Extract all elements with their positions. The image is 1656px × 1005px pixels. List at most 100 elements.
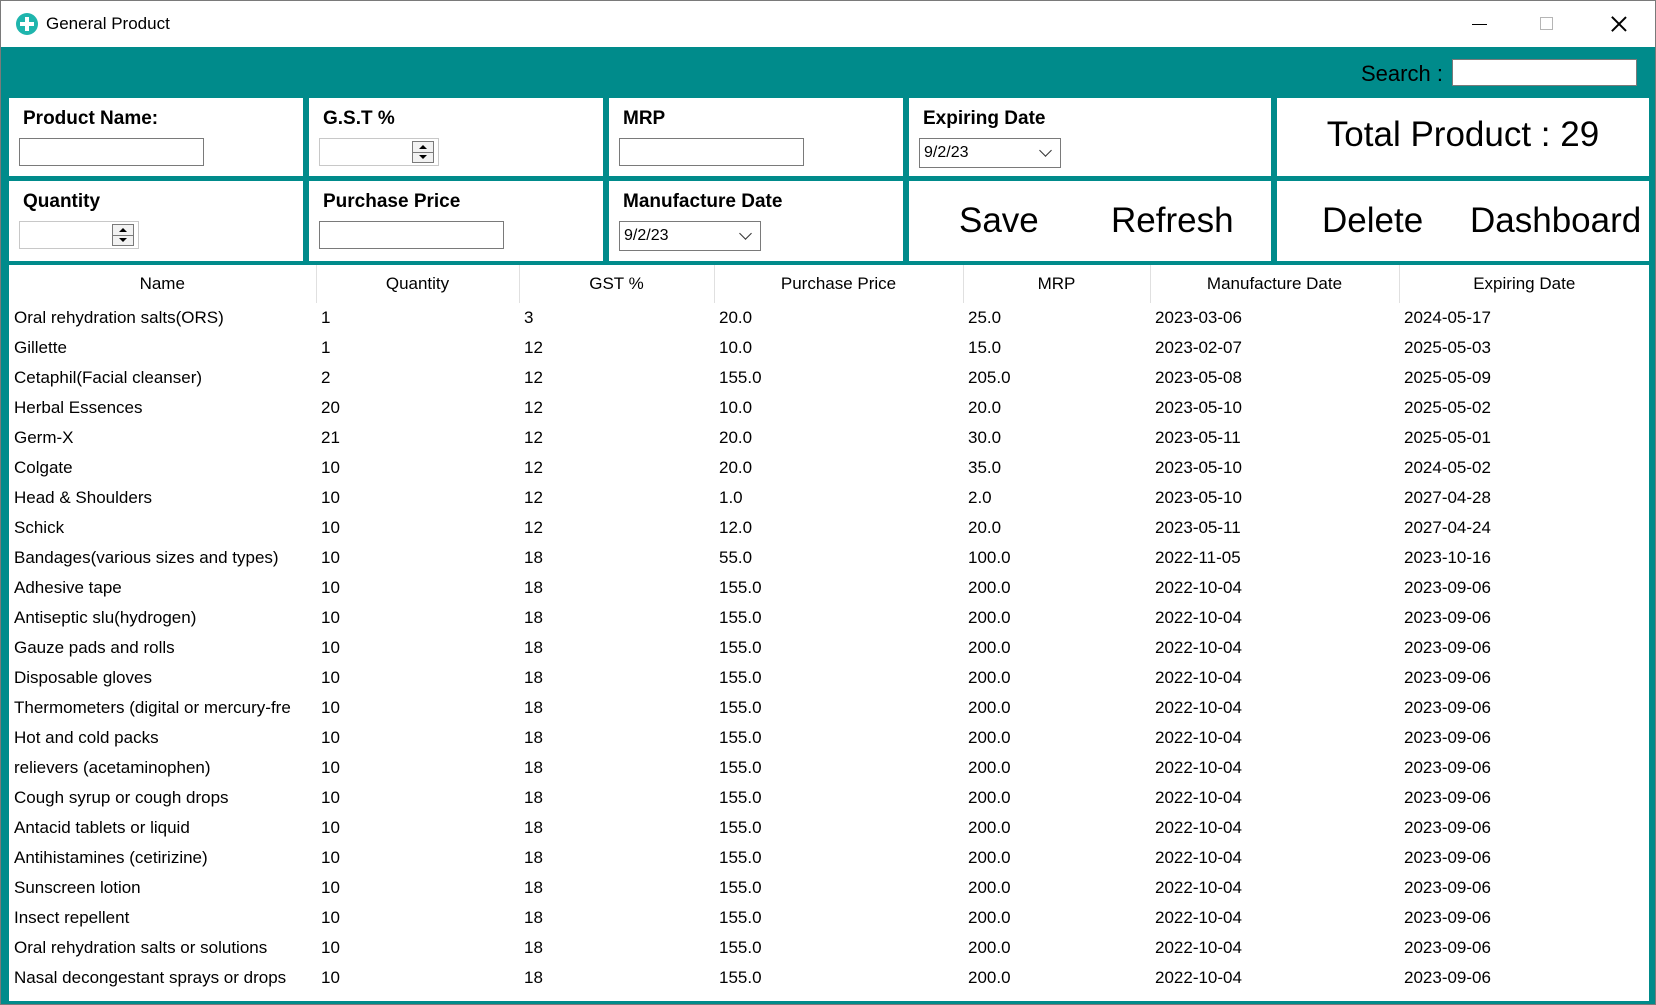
dashboard-button[interactable]: Dashboard (1470, 201, 1641, 241)
table-row[interactable]: Oral rehydration salts(ORS) 1 3 20.0 25.0 202… (9, 303, 1649, 333)
cell-manufacture-date: 2023-02-07 (1155, 338, 1242, 357)
minimize-button[interactable] (1447, 1, 1513, 47)
cell-name: Colgate (14, 458, 73, 477)
expiring-date-picker[interactable]: 9/2/23 (919, 138, 1061, 168)
cell-quantity: 10 (321, 818, 340, 837)
cell-gst: 18 (524, 908, 543, 927)
save-button[interactable]: Save (959, 201, 1039, 241)
column-header[interactable]: Name (9, 265, 317, 303)
cell-gst: 18 (524, 548, 543, 567)
table-row[interactable]: Antiseptic slu(hydrogen) 10 18 155.0 200.0 20… (9, 603, 1649, 633)
cell-manufacture-date: 2022-11-05 (1155, 548, 1241, 567)
cell-manufacture-date: 2022-10-04 (1155, 668, 1242, 687)
column-header[interactable]: Quantity (316, 265, 520, 303)
column-header[interactable]: MRP (963, 265, 1151, 303)
cell-mrp: 200.0 (968, 788, 1011, 807)
cell-mrp: 30.0 (968, 428, 1002, 447)
chevron-down-icon[interactable] (1039, 144, 1052, 157)
product-name-input[interactable] (19, 138, 204, 166)
cell-mrp: 20.0 (968, 518, 1002, 537)
quantity-panel: Quantity (9, 181, 303, 261)
table-row[interactable]: Cetaphil(Facial cleanser) 2 12 155.0 205.0 20… (9, 363, 1649, 393)
table-row[interactable]: Hot and cold packs 10 18 155.0 200.0 2022-10-… (9, 723, 1649, 753)
cell-expiring-date: 2023-09-06 (1404, 818, 1491, 837)
mrp-input[interactable] (619, 138, 804, 166)
cell-quantity: 10 (321, 698, 340, 717)
chevron-down-icon[interactable] (739, 227, 752, 240)
cell-gst: 18 (524, 938, 543, 957)
cell-manufacture-date: 2022-10-04 (1155, 818, 1242, 837)
cell-quantity: 10 (321, 458, 340, 477)
table-row[interactable]: Herbal Essences 20 12 10.0 20.0 2023-05-10 202… (9, 393, 1649, 423)
column-header[interactable]: Purchase Price (714, 265, 964, 303)
cell-quantity: 2 (321, 368, 331, 387)
quantity-spinbox[interactable] (19, 221, 139, 249)
cell-expiring-date: 2027-04-28 (1404, 488, 1491, 507)
cell-mrp: 200.0 (968, 578, 1011, 597)
table-row[interactable]: Sunscreen lotion 10 18 155.0 200.0 2022-10-04… (9, 873, 1649, 903)
cell-manufacture-date: 2022-10-04 (1155, 698, 1242, 717)
refresh-button[interactable]: Refresh (1111, 201, 1234, 241)
delete-button[interactable]: Delete (1322, 201, 1423, 241)
cell-expiring-date: 2023-10-16 (1404, 548, 1491, 567)
cell-mrp: 25.0 (968, 308, 1002, 327)
table-row[interactable]: Gillette 1 12 10.0 15.0 2023-02-07 2025-05-03 (9, 333, 1649, 363)
cell-purchase-price: 155.0 (719, 878, 762, 897)
spin-down-icon[interactable] (413, 152, 433, 162)
table-row[interactable]: Head & Shoulders 10 12 1.0 2.0 2023-05-10 2027… (9, 483, 1649, 513)
cell-gst: 12 (524, 458, 543, 477)
cell-name: Germ-X (14, 428, 74, 447)
cell-gst: 12 (524, 518, 543, 537)
column-header[interactable]: GST % (519, 265, 715, 303)
cell-mrp: 200.0 (968, 968, 1011, 987)
table-row[interactable]: Oral rehydration salts or solutions 10 18 1… (9, 933, 1649, 963)
table-row[interactable]: Antihistamines (cetirizine) 10 18 155.0 200.… (9, 843, 1649, 873)
gst-spinbox[interactable] (319, 138, 439, 166)
maximize-button[interactable] (1515, 1, 1581, 47)
table-row[interactable]: Disposable gloves 10 18 155.0 200.0 2022-10-0… (9, 663, 1649, 693)
cell-gst: 18 (524, 728, 543, 747)
cell-manufacture-date: 2023-05-10 (1155, 398, 1242, 417)
cell-manufacture-date: 2023-03-06 (1155, 308, 1242, 327)
spin-down-icon[interactable] (113, 235, 133, 245)
cell-gst: 12 (524, 398, 543, 417)
table-row[interactable]: Thermometers (digital or mercury-fre 10 18… (9, 693, 1649, 723)
cell-manufacture-date: 2023-05-11 (1155, 518, 1241, 537)
search-label: Search : (1361, 61, 1443, 86)
table-row[interactable]: Cough syrup or cough drops 10 18 155.0 200.0… (9, 783, 1649, 813)
cell-quantity: 10 (321, 488, 340, 507)
table-row[interactable]: Nasal decongestant sprays or drops 10 18 15… (9, 963, 1649, 993)
cell-purchase-price: 155.0 (719, 638, 762, 657)
manufacture-date-picker[interactable]: 9/2/23 (619, 221, 761, 251)
cell-mrp: 15.0 (968, 338, 1002, 357)
table-row[interactable]: Adhesive tape 10 18 155.0 200.0 2022-10-04 202… (9, 573, 1649, 603)
column-header[interactable]: Manufacture Date (1150, 265, 1400, 303)
cell-quantity: 10 (321, 608, 340, 627)
cell-manufacture-date: 2022-10-04 (1155, 758, 1242, 777)
column-header[interactable]: Expiring Date (1399, 265, 1649, 303)
table-row[interactable]: Schick 10 12 12.0 20.0 2023-05-11 2027-04-24 (9, 513, 1649, 543)
cell-quantity: 10 (321, 878, 340, 897)
total-product-label: Total Product : 29 (1326, 115, 1600, 154)
save-refresh-panel: Save Refresh (909, 181, 1271, 261)
cell-manufacture-date: 2022-10-04 (1155, 938, 1242, 957)
table-row[interactable]: relievers (acetaminophen) 10 18 155.0 200.0 2… (9, 753, 1649, 783)
cell-quantity: 10 (321, 968, 340, 987)
mrp-panel: MRP (609, 98, 903, 176)
table-row[interactable]: Bandages(various sizes and types) 10 18 55.… (9, 543, 1649, 573)
table-row[interactable]: Colgate 10 12 20.0 35.0 2023-05-10 2024-05-02 (9, 453, 1649, 483)
gst-spin-buttons[interactable] (412, 141, 434, 163)
quantity-spin-buttons[interactable] (112, 224, 134, 246)
table-row[interactable]: Gauze pads and rolls 10 18 155.0 200.0 2022-1… (9, 633, 1649, 663)
table-row[interactable]: Insect repellent 10 18 155.0 200.0 2022-10-04… (9, 903, 1649, 933)
table-row[interactable]: Antacid tablets or liquid 10 18 155.0 200.0 2… (9, 813, 1649, 843)
cell-name: Disposable gloves (14, 668, 152, 687)
cell-mrp: 200.0 (968, 698, 1011, 717)
table-row[interactable]: Germ-X 21 12 20.0 30.0 2023-05-11 2025-05-01 (9, 423, 1649, 453)
cell-name: Nasal decongestant sprays or drops (14, 968, 287, 987)
cell-purchase-price: 20.0 (719, 428, 753, 447)
purchase-price-input[interactable] (319, 221, 504, 249)
close-button[interactable] (1586, 1, 1652, 47)
cell-expiring-date: 2023-09-06 (1404, 668, 1491, 687)
search-input[interactable] (1452, 59, 1637, 86)
